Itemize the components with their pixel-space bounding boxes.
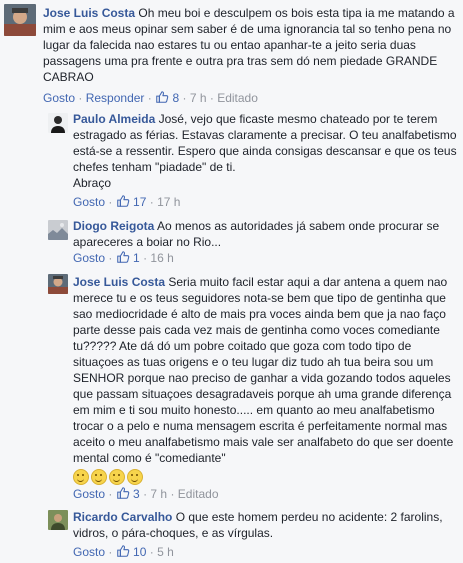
timestamp[interactable]: 17 h <box>157 195 180 209</box>
like-count[interactable]: 17 <box>133 195 146 209</box>
comment-author[interactable]: Jose Luis Costa <box>73 275 165 289</box>
avatar[interactable] <box>48 220 68 240</box>
separator: · <box>108 545 116 559</box>
like-count[interactable]: 8 <box>172 91 179 105</box>
laughing-emoji <box>91 468 107 485</box>
timestamp[interactable]: 7 h <box>150 487 167 501</box>
comment-author[interactable]: Jose Luis Costa <box>43 6 135 20</box>
like-button[interactable]: Gosto <box>73 195 105 209</box>
comment-text: Seria muito facil estar aqui a dar anten… <box>73 275 454 465</box>
thumbs-up-icon[interactable] <box>116 194 130 208</box>
like-button[interactable]: Gosto <box>73 251 105 265</box>
like-button[interactable]: Gosto <box>43 91 75 105</box>
separator: · <box>108 251 116 265</box>
comment-author[interactable]: Ricardo Carvalho <box>73 510 172 524</box>
like-count[interactable]: 1 <box>133 251 140 265</box>
thumbs-up-icon[interactable] <box>116 486 130 500</box>
comment-reply: Ricardo Carvalho O que este homem perdeu… <box>0 506 463 563</box>
thumbs-up-icon[interactable] <box>116 544 130 558</box>
avatar[interactable] <box>48 274 68 294</box>
comment: Jose Luis Costa Oh meu boi e desculpem o… <box>0 0 463 110</box>
timestamp[interactable]: 5 h <box>157 545 174 559</box>
edited-label[interactable]: Editado <box>217 91 258 105</box>
separator: · <box>170 487 178 501</box>
like-count[interactable]: 3 <box>133 487 140 501</box>
timestamp[interactable]: 7 h <box>190 91 207 105</box>
like-button[interactable]: Gosto <box>73 487 105 501</box>
avatar[interactable] <box>48 113 68 133</box>
separator: · <box>78 91 86 105</box>
comment-reply: Diogo Reigota Ao menos as autoridades já… <box>0 214 463 266</box>
like-button[interactable]: Gosto <box>73 545 105 559</box>
avatar[interactable] <box>48 510 68 530</box>
laughing-emoji <box>109 468 125 485</box>
thumbs-up-icon[interactable] <box>155 90 169 104</box>
emoji-row <box>73 468 458 485</box>
thumbs-up-icon[interactable] <box>116 250 130 264</box>
comment-author[interactable]: Paulo Almeida <box>73 112 155 126</box>
separator: · <box>147 91 156 105</box>
edited-label[interactable]: Editado <box>178 487 219 501</box>
comment-text-signoff: Abraço <box>73 176 112 190</box>
avatar[interactable] <box>4 4 36 36</box>
laughing-emoji <box>127 468 143 485</box>
comment-author[interactable]: Diogo Reigota <box>73 219 154 233</box>
comment-reply: Jose Luis Costa Seria muito facil estar … <box>0 270 463 502</box>
laughing-emoji <box>73 468 89 485</box>
separator: · <box>108 487 116 501</box>
separator: · <box>108 195 116 209</box>
timestamp[interactable]: 16 h <box>150 251 173 265</box>
separator: · <box>182 91 190 105</box>
comment-reply: Paulo Almeida José, vejo que ficaste mes… <box>0 108 463 212</box>
like-count[interactable]: 10 <box>133 545 146 559</box>
separator: · <box>149 545 158 559</box>
separator: · <box>149 195 158 209</box>
reply-button[interactable]: Responder <box>86 91 145 105</box>
